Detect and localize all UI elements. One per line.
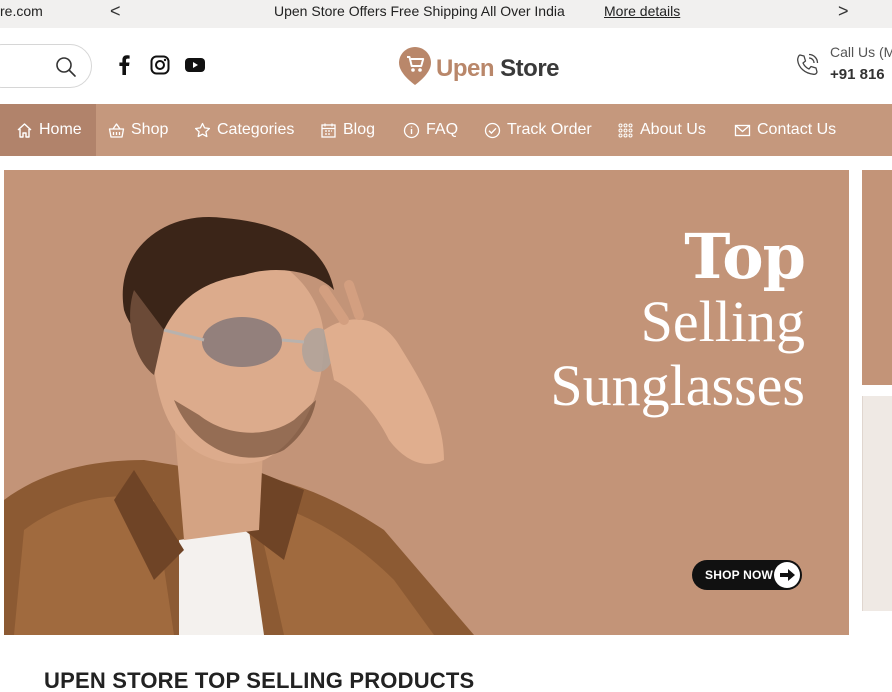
logo-cart-icon bbox=[399, 47, 431, 85]
logo-text: Upen Store bbox=[436, 55, 560, 83]
hero-model-image bbox=[4, 216, 474, 635]
nav-item-home[interactable]: Home bbox=[0, 104, 96, 156]
home-icon bbox=[17, 122, 32, 138]
hero-title-line1: Top bbox=[684, 220, 806, 293]
announcement-next-button[interactable]: > bbox=[838, 1, 849, 22]
hero-title-line2: Selling bbox=[640, 289, 805, 354]
nav-item-shop[interactable]: Shop bbox=[108, 104, 168, 156]
nav-item-track-order[interactable]: Track Order bbox=[484, 104, 592, 156]
calendar-icon bbox=[321, 123, 336, 138]
search-input[interactable] bbox=[0, 44, 92, 88]
nav-label: Track Order bbox=[507, 121, 592, 138]
hero-banner[interactable]: Top Selling Sunglasses SHOP NOW bbox=[4, 170, 849, 635]
nav-label: Contact Us bbox=[757, 121, 837, 138]
logo-word-store: Store bbox=[500, 55, 560, 82]
basket-icon bbox=[108, 122, 125, 138]
side-banner-top[interactable] bbox=[862, 170, 892, 385]
announcement-message: Upen Store Offers Free Shipping All Over… bbox=[274, 3, 565, 19]
phone-icon bbox=[797, 53, 819, 75]
more-details-link[interactable]: More details bbox=[604, 3, 680, 19]
youtube-icon[interactable] bbox=[185, 57, 205, 73]
site-header: Upen Store Call Us (M +91 816 bbox=[0, 28, 892, 104]
nav-label: Blog bbox=[343, 121, 376, 138]
nav-item-faq[interactable]: FAQ bbox=[403, 104, 458, 156]
nav-item-contact-us[interactable]: Contact Us bbox=[734, 104, 836, 156]
nav-item-categories[interactable]: Categories bbox=[194, 104, 294, 156]
instagram-icon[interactable] bbox=[150, 55, 170, 75]
nav-label: About Us bbox=[640, 121, 706, 138]
arrow-right-icon bbox=[774, 562, 800, 588]
shop-now-button[interactable]: SHOP NOW bbox=[692, 560, 802, 590]
nav-item-blog[interactable]: Blog bbox=[320, 104, 375, 156]
nav-label: Categories bbox=[217, 121, 295, 138]
main-nav: Home Shop Categories Blog FAQ Track Orde… bbox=[0, 104, 892, 156]
nav-label: FAQ bbox=[426, 121, 459, 138]
nav-label: Shop bbox=[131, 121, 169, 138]
nav-item-about-us[interactable]: About Us bbox=[617, 104, 706, 156]
call-us-label: Call Us (M bbox=[830, 44, 892, 60]
announcement-bar: re.com < Upen Store Offers Free Shipping… bbox=[0, 0, 892, 28]
star-icon bbox=[194, 122, 211, 137]
call-us-number[interactable]: +91 816 bbox=[830, 66, 885, 83]
grid-icon bbox=[618, 123, 633, 137]
check-circle-icon bbox=[484, 122, 501, 138]
logo-word-upen: Upen bbox=[436, 55, 495, 82]
announcement-prev-button[interactable]: < bbox=[110, 1, 121, 22]
hero-title-line3: Sunglasses bbox=[550, 353, 805, 418]
store-email-link[interactable]: re.com bbox=[0, 3, 43, 19]
nav-label: Home bbox=[39, 121, 82, 138]
section-title: UPEN STORE TOP SELLING PRODUCTS bbox=[44, 668, 475, 692]
info-icon bbox=[403, 122, 420, 138]
search-icon[interactable] bbox=[55, 56, 77, 78]
facebook-icon[interactable] bbox=[118, 55, 130, 75]
shop-now-label: SHOP NOW bbox=[705, 568, 774, 582]
side-banner-bottom[interactable] bbox=[862, 396, 892, 611]
mail-icon bbox=[734, 124, 751, 136]
